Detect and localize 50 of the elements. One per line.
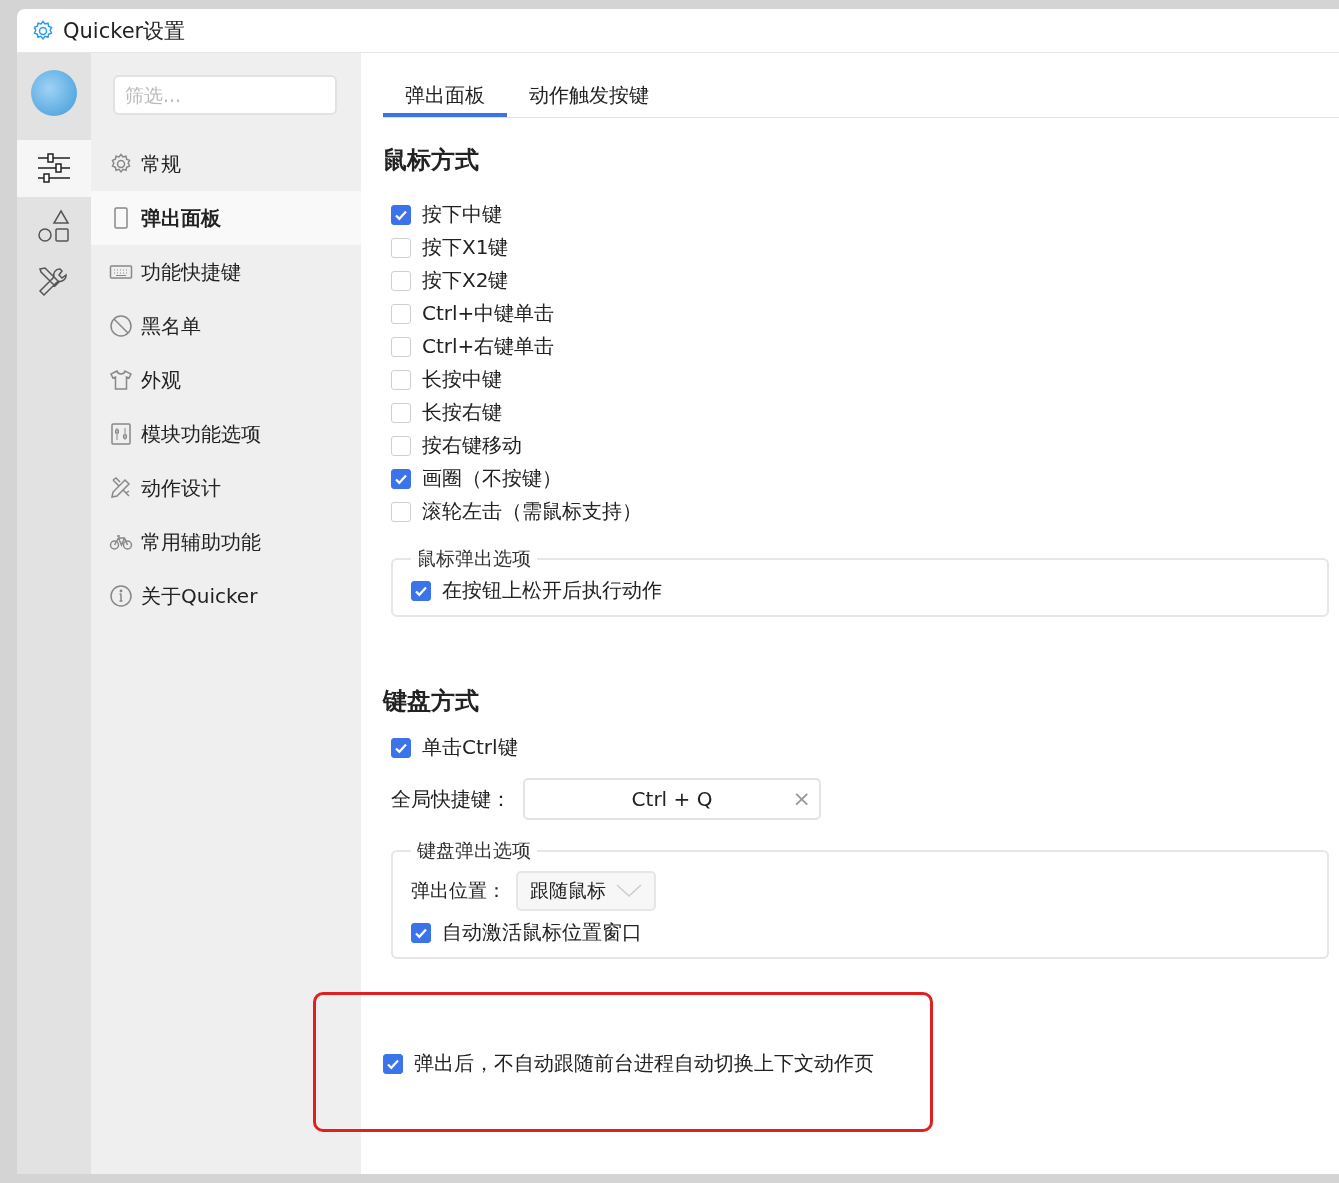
checkbox-label: 长按右键 [422, 399, 502, 426]
nav-item[interactable]: 黑名单 [91, 299, 361, 353]
checkbox-label: 按右键移动 [422, 432, 522, 459]
field-label: 弹出位置： [411, 878, 506, 903]
checkbox-label: 弹出后，不自动跟随前台进程自动切换上下文动作页 [414, 1050, 874, 1077]
checkbox[interactable] [391, 468, 411, 489]
checkbox-label: Ctrl+中键单击 [422, 300, 555, 327]
section-heading: 鼠标方式 [383, 145, 480, 176]
checkbox-label: 自动激活鼠标位置窗口 [442, 919, 642, 946]
checkbox[interactable] [411, 922, 431, 943]
checkbox-label: 单击Ctrl键 [422, 734, 518, 761]
checkbox[interactable] [391, 737, 411, 758]
checkbox[interactable] [391, 204, 411, 225]
group-title: 键盘弹出选项 [416, 838, 532, 863]
info-icon [109, 584, 133, 608]
checkbox-label: 在按钮上松开后执行动作 [442, 577, 662, 604]
group-title: 鼠标弹出选项 [416, 546, 532, 571]
checkbox-label: 按下X2键 [422, 267, 509, 294]
window-title: Quicker设置 [63, 17, 186, 45]
checkbox-label: 滚轮左击（需鼠标支持） [422, 498, 642, 525]
rail-item[interactable] [17, 140, 91, 197]
checkbox-label: 按下中键 [422, 201, 502, 228]
checkbox[interactable] [383, 1053, 403, 1074]
sliders-panel-icon [109, 422, 133, 446]
tab[interactable]: 弹出面板 [383, 77, 507, 117]
nav-item[interactable]: 模块功能选项 [91, 407, 361, 461]
nav-item[interactable]: 动作设计 [91, 461, 361, 515]
prohibited-icon [109, 314, 133, 338]
nav-item[interactable]: 功能快捷键 [91, 245, 361, 299]
shapes-icon [36, 207, 72, 244]
checkbox-label: 按下X1键 [422, 234, 509, 261]
field-label: 全局快捷键： [391, 785, 511, 813]
tab[interactable]: 动作触发按键 [507, 77, 671, 117]
nav-item[interactable]: 常规 [91, 137, 361, 191]
nav-item[interactable]: 弹出面板 [91, 191, 361, 245]
nav-item[interactable]: 常用辅助功能 [91, 515, 361, 569]
nav-item[interactable]: 外观 [91, 353, 361, 407]
avatar[interactable] [31, 70, 77, 116]
shirt-icon [109, 368, 133, 392]
checkbox-label: 长按中键 [422, 366, 502, 393]
checkbox[interactable] [411, 580, 431, 601]
filter-field[interactable]: 筛选... [113, 75, 337, 115]
pencil-ruler-icon [109, 476, 133, 500]
chevron-down-icon [616, 884, 642, 898]
hotkey-field[interactable]: Ctrl + Q × [523, 778, 821, 820]
checkbox-label: 画圈（不按键） [422, 465, 562, 492]
nav-item[interactable]: 关于Quicker [91, 569, 361, 623]
section-heading: 键盘方式 [383, 686, 480, 717]
position-dropdown[interactable]: 跟随鼠标 [516, 871, 656, 911]
checkbox-label: Ctrl+右键单击 [422, 333, 555, 360]
